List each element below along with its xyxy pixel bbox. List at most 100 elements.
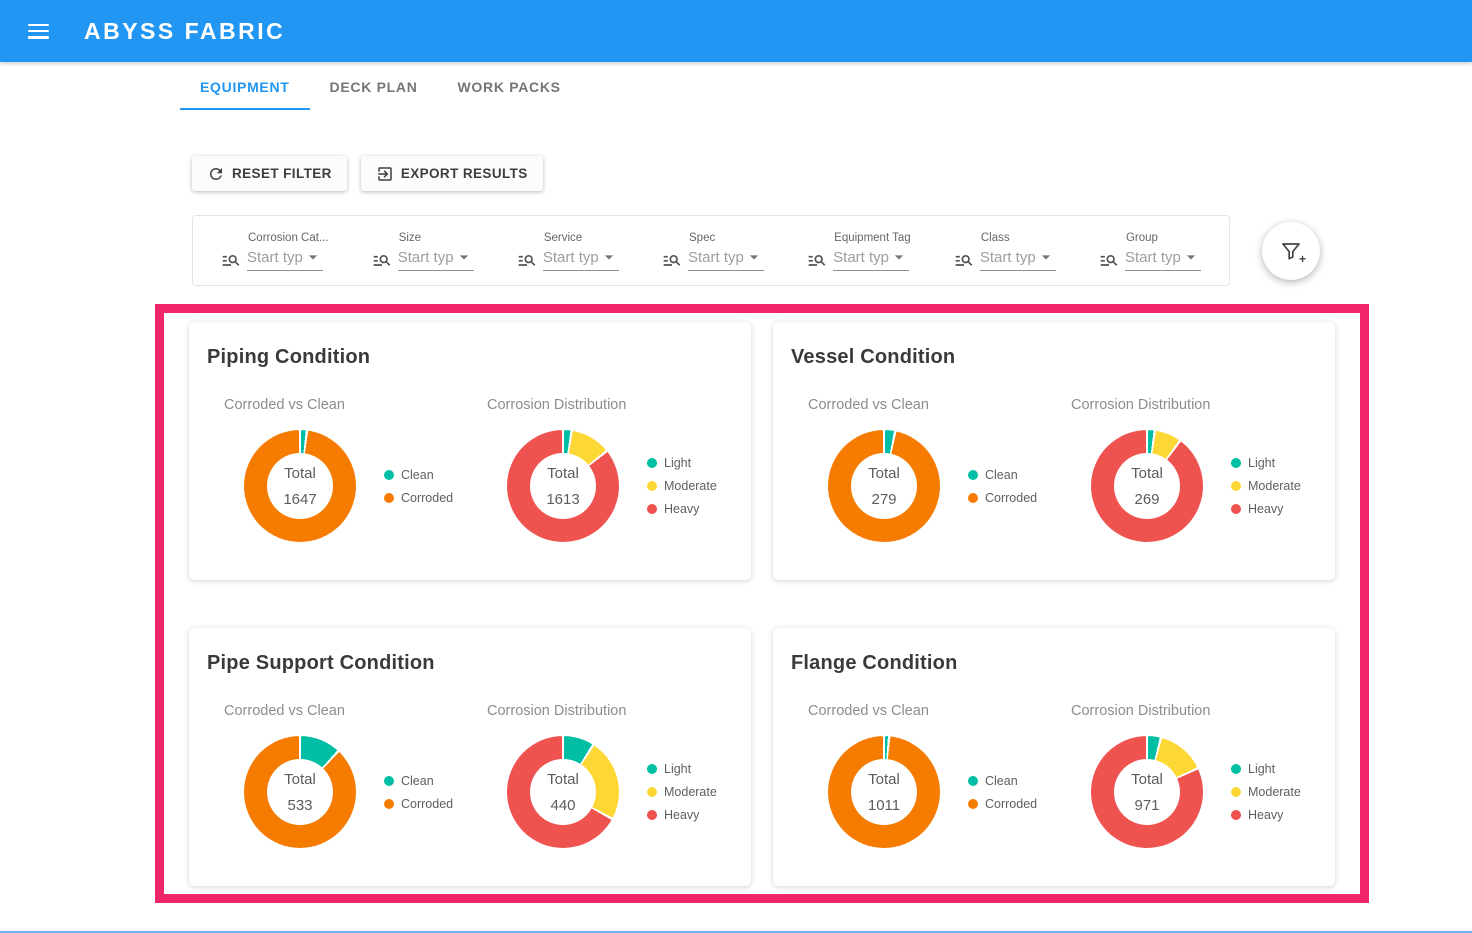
legend-item[interactable]: Corroded	[384, 797, 453, 811]
filter-label: Class	[981, 232, 1056, 244]
size-input[interactable]	[398, 249, 454, 266]
legend-dot	[1231, 810, 1241, 820]
chart-subtitle: Corrosion Distribution	[487, 397, 733, 413]
legend-item[interactable]: Moderate	[647, 479, 717, 493]
corroded-vs-clean-chart: Corroded vs Clean Total 533 Clean	[207, 703, 470, 848]
spec-input[interactable]	[688, 249, 744, 266]
legend-label: Moderate	[664, 785, 717, 799]
donut-center: Total 971	[1114, 759, 1180, 825]
class-input[interactable]	[980, 249, 1036, 266]
tab-work-packs[interactable]: WORK PACKS	[438, 66, 581, 110]
equipment-tag-input[interactable]	[833, 249, 889, 266]
legend-label: Clean	[985, 774, 1018, 788]
legend-item[interactable]: Light	[647, 762, 717, 776]
donut-chart[interactable]: Total 533	[244, 736, 356, 848]
legend-label: Heavy	[664, 502, 699, 516]
filter-field-group: Group	[1099, 232, 1201, 271]
corrosion-distribution-chart: Corrosion Distribution Total 1613 Light	[470, 397, 733, 542]
card-title: Flange Condition	[791, 652, 1317, 675]
service-input[interactable]	[543, 249, 599, 266]
export-results-button[interactable]: EXPORT RESULTS	[361, 156, 543, 191]
chart-subtitle: Corrosion Distribution	[1071, 703, 1317, 719]
legend-item[interactable]: Heavy	[1231, 502, 1301, 516]
chart-subtitle: Corrosion Distribution	[487, 703, 733, 719]
donut-center-label: Total	[868, 465, 900, 482]
legend-label: Corroded	[401, 491, 453, 505]
donut-center-label: Total	[284, 771, 316, 788]
card-pipe-support-condition: Pipe Support Condition Corroded vs Clean…	[189, 628, 751, 886]
donut-total-value: 279	[871, 491, 896, 508]
legend-item[interactable]: Clean	[384, 468, 453, 482]
legend-dot	[1231, 504, 1241, 514]
donut-chart[interactable]: Total 1613	[507, 430, 619, 542]
chart-legend: Clean Corroded	[384, 774, 453, 811]
legend-dot	[1231, 764, 1241, 774]
legend-item[interactable]: Moderate	[1231, 479, 1301, 493]
legend-item[interactable]: Clean	[384, 774, 453, 788]
chevron-down-icon[interactable]	[1181, 247, 1201, 267]
chart-legend: Light Moderate Heavy	[647, 456, 717, 516]
chevron-down-icon[interactable]	[744, 247, 764, 267]
legend-item[interactable]: Heavy	[1231, 808, 1301, 822]
chevron-down-icon[interactable]	[454, 247, 474, 267]
legend-label: Light	[1248, 762, 1275, 776]
chart-subtitle: Corroded vs Clean	[808, 703, 1054, 719]
legend-item[interactable]: Light	[647, 456, 717, 470]
legend-item[interactable]: Clean	[968, 468, 1037, 482]
card-title: Piping Condition	[207, 346, 733, 369]
legend-dot	[384, 799, 394, 809]
legend-item[interactable]: Heavy	[647, 502, 717, 516]
donut-chart[interactable]: Total 1011	[828, 736, 940, 848]
chevron-down-icon[interactable]	[889, 247, 909, 267]
donut-chart[interactable]: Total 269	[1091, 430, 1203, 542]
hamburger-icon	[28, 24, 49, 39]
legend-label: Heavy	[664, 808, 699, 822]
donut-chart[interactable]: Total 440	[507, 736, 619, 848]
legend-item[interactable]: Corroded	[384, 491, 453, 505]
add-filter-fab[interactable]: +	[1262, 222, 1320, 280]
donut-total-value: 269	[1134, 491, 1159, 508]
chart-subtitle: Corroded vs Clean	[224, 397, 470, 413]
hamburger-menu-button[interactable]	[18, 11, 58, 51]
chart-subtitle: Corroded vs Clean	[224, 703, 470, 719]
legend-item[interactable]: Moderate	[1231, 785, 1301, 799]
legend-item[interactable]: Light	[1231, 456, 1301, 470]
legend-dot	[968, 493, 978, 503]
chevron-down-icon[interactable]	[303, 247, 323, 267]
donut-center-label: Total	[868, 771, 900, 788]
chevron-down-icon[interactable]	[1036, 247, 1056, 267]
legend-item[interactable]: Corroded	[968, 491, 1037, 505]
filter-label: Size	[399, 232, 474, 244]
legend-item[interactable]: Corroded	[968, 797, 1037, 811]
tab-deck-plan[interactable]: DECK PLAN	[310, 66, 438, 110]
manage-search-icon	[221, 250, 241, 270]
legend-dot	[647, 458, 657, 468]
donut-chart[interactable]: Total 279	[828, 430, 940, 542]
legend-dot	[647, 481, 657, 491]
legend-label: Corroded	[985, 797, 1037, 811]
filter-section: Corrosion Cat... Size Service	[192, 215, 1472, 286]
donut-center: Total 269	[1114, 453, 1180, 519]
corroded-vs-clean-chart: Corroded vs Clean Total 279 Clean	[791, 397, 1054, 542]
chevron-down-icon[interactable]	[599, 247, 619, 267]
corroded-vs-clean-chart: Corroded vs Clean Total 1011 Clean	[791, 703, 1054, 848]
card-flange-condition: Flange Condition Corroded vs Clean Total…	[773, 628, 1335, 886]
legend-item[interactable]: Heavy	[647, 808, 717, 822]
legend-dot	[1231, 481, 1241, 491]
tab-equipment[interactable]: EQUIPMENT	[180, 66, 310, 110]
donut-chart[interactable]: Total 971	[1091, 736, 1203, 848]
legend-label: Clean	[985, 468, 1018, 482]
filter-field-service: Service	[517, 232, 619, 271]
reset-filter-button[interactable]: RESET FILTER	[192, 156, 347, 191]
donut-chart[interactable]: Total 1647	[244, 430, 356, 542]
filter-card: Corrosion Cat... Size Service	[192, 215, 1230, 286]
legend-item[interactable]: Moderate	[647, 785, 717, 799]
corrosion-category-input[interactable]	[247, 249, 303, 266]
donut-total-value: 1613	[546, 491, 579, 508]
legend-dot	[1231, 787, 1241, 797]
filter-field-corrosion-category: Corrosion Cat...	[221, 232, 329, 271]
group-input[interactable]	[1125, 249, 1181, 266]
legend-item[interactable]: Light	[1231, 762, 1301, 776]
legend-item[interactable]: Clean	[968, 774, 1037, 788]
corrosion-distribution-chart: Corrosion Distribution Total 440 Light	[470, 703, 733, 848]
